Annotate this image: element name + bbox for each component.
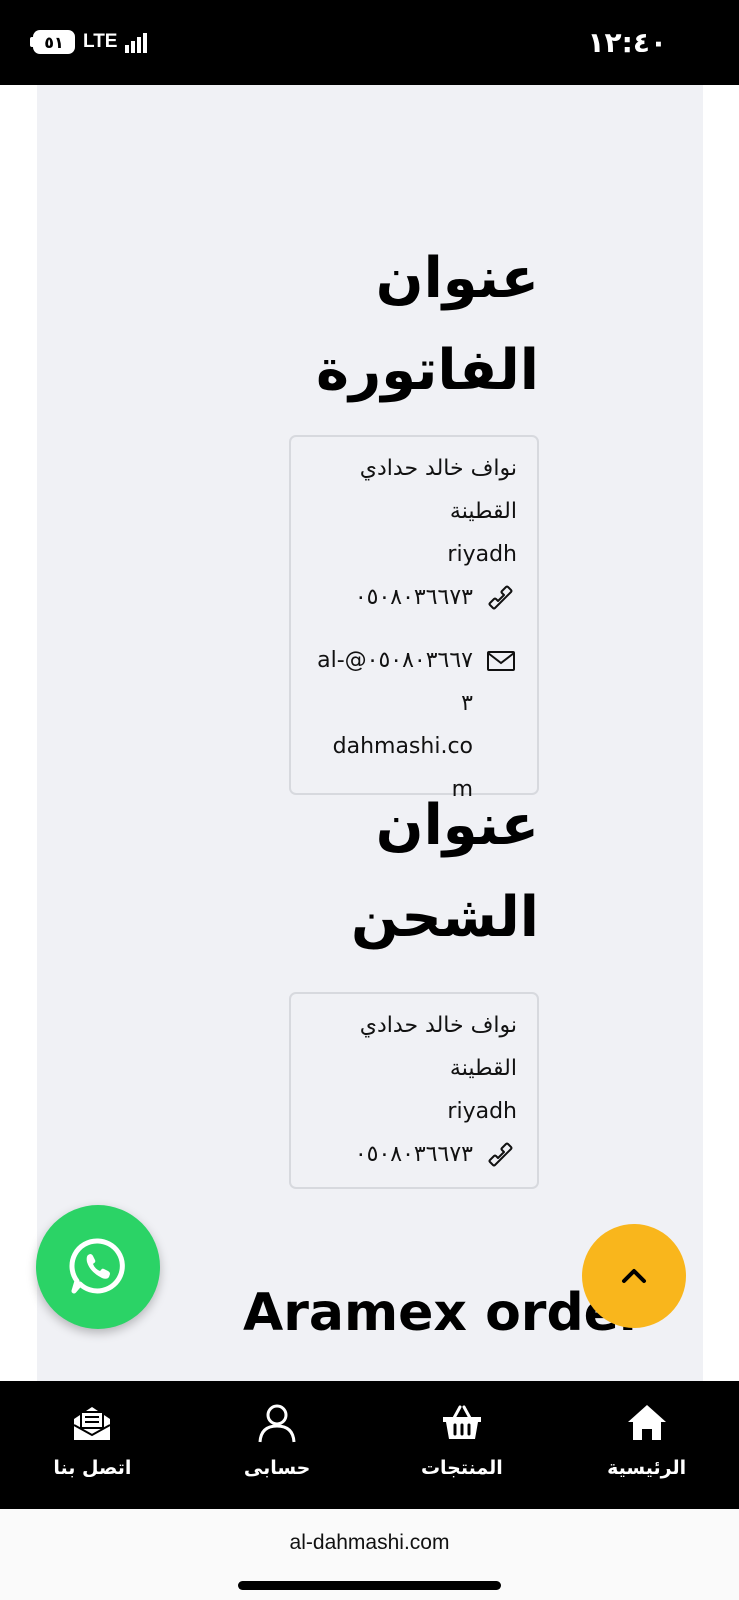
billing-phone-row: ٠٥٠٨٠٣٦٦٧٣ [311,576,517,619]
nav-item-home[interactable]: الرئيسية [555,1381,739,1509]
status-indicators: ٥١ LTE [30,30,148,54]
home-indicator [238,1581,501,1590]
shipping-phone[interactable]: ٠٥٠٨٠٣٦٦٧٣ [311,1133,473,1176]
battery-icon: ٥١ [30,30,75,54]
phone-icon [488,1142,513,1167]
home-icon [627,1405,666,1440]
user-icon [258,1404,296,1443]
billing-phone[interactable]: ٠٥٠٨٠٣٦٦٧٣ [311,576,473,619]
bottom-nav: الرئيسية المنتجات حسابى اتصل بنا [0,1381,739,1509]
url-text[interactable]: al-dahmashi.com [0,1531,739,1555]
battery-level: ٥١ [33,30,75,54]
nav-item-contact[interactable]: اتصل بنا [0,1381,184,1509]
billing-name: نواف خالد حدادي [359,456,517,481]
shipping-address-card: نواف خالد حدادي القطينة riyadh ٠٥٠٨٠٣٦٦٧… [289,992,539,1189]
nav-item-products[interactable]: المنتجات [370,1381,554,1509]
clock: ١٢:٤٠ [587,26,667,59]
shipping-district: القطينة [449,1056,517,1081]
billing-district: القطينة [449,499,517,524]
whatsapp-button[interactable] [36,1205,160,1329]
shipping-phone-row: ٠٥٠٨٠٣٦٦٧٣ [311,1133,517,1176]
network-type: LTE [83,31,118,52]
browser-url-bar[interactable]: al-dahmashi.com [0,1509,739,1600]
nav-item-account[interactable]: حسابى [185,1381,369,1509]
billing-address-title: عنوان الفاتورة [316,246,539,403]
signal-icon [125,31,148,53]
order-details: عنوان الفاتورة نواف خالد حدادي القطينة r… [37,85,703,1381]
basket-icon [442,1405,481,1439]
shipping-city: riyadh [447,1099,517,1124]
whatsapp-icon [69,1238,125,1294]
mail-icon [73,1407,111,1440]
chevron-up-icon [622,1269,646,1283]
scroll-to-top-button[interactable] [582,1224,686,1328]
shipping-address-title: عنوان الشحن [351,793,539,950]
billing-address-card: نواف خالد حدادي القطينة riyadh ٠٥٠٨٠٣٦٦٧… [289,435,539,802]
phone-icon [488,585,513,610]
shipping-name: نواف خالد حدادي [359,1013,517,1038]
billing-city: riyadh [447,542,517,567]
status-bar: ٥١ LTE ١٢:٤٠ [0,0,739,85]
envelope-icon [487,651,515,671]
